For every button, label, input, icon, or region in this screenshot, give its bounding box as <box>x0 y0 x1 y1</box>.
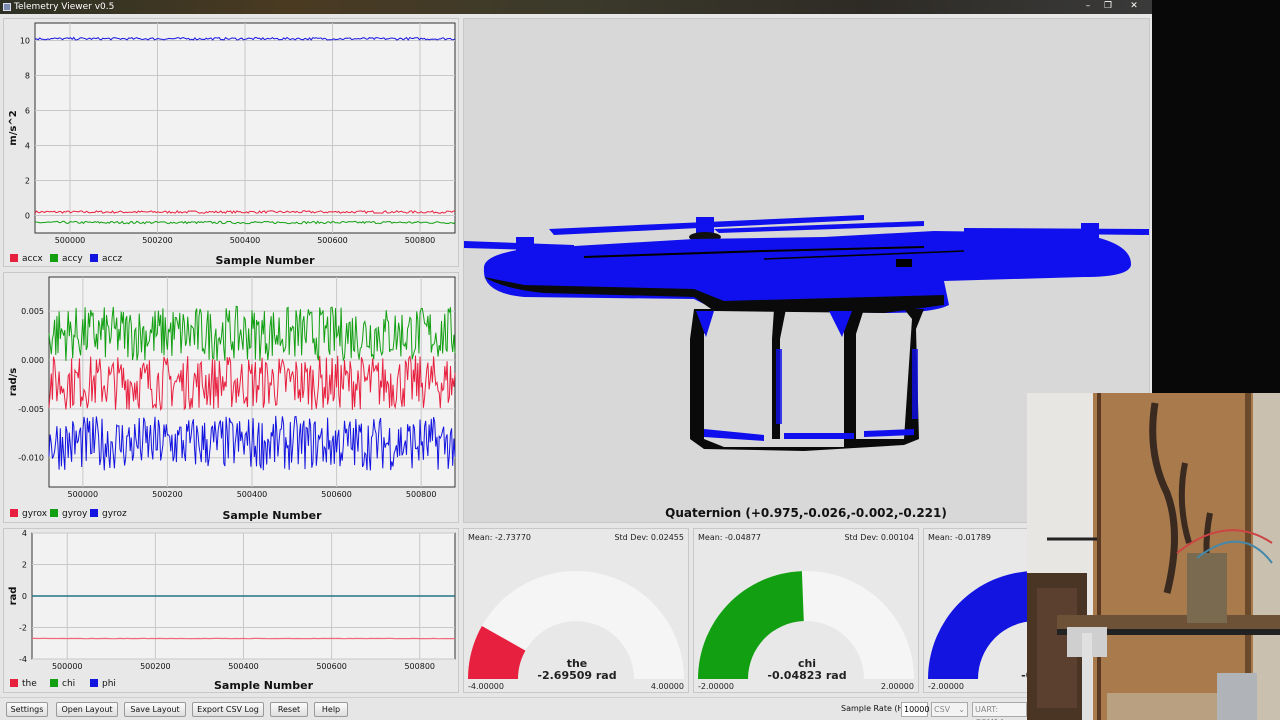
gauge-value: -0.04823 rad <box>767 669 847 682</box>
gauge-chi: Mean: -0.04877 Std Dev: 0.00104 chi -0.0482… <box>693 528 919 693</box>
close-button[interactable]: ✕ <box>1124 0 1144 14</box>
legend-swatch <box>50 679 58 687</box>
gauge-value: -2.69509 rad <box>537 669 617 682</box>
window-title: Telemetry Viewer v0.5 <box>14 2 115 12</box>
euler-chart-panel: 500000 500200 500400 500600 500800 4 2 0 -2 -4 Sam… <box>3 528 459 693</box>
gauge-min: -4.00000 <box>468 682 504 691</box>
x-tick-label: 500000 <box>52 662 83 671</box>
y-axis-label: rad <box>8 587 19 606</box>
x-tick-label: 500200 <box>152 490 183 499</box>
legend-swatch <box>10 679 18 687</box>
x-tick-label: 500400 <box>237 490 268 499</box>
app-icon <box>3 3 11 11</box>
gyro-chart-panel: 500000 500200 500400 500600 500800 0.005 0.000… <box>3 272 459 523</box>
gyro-chart: 500000 500200 500400 500600 500800 0.005 0.000… <box>8 276 456 522</box>
gauge-mean: Mean: -0.04877 <box>698 533 762 542</box>
legend-label: phi <box>102 679 116 689</box>
y-tick-label: 10 <box>20 37 30 46</box>
y-tick-label: 8 <box>25 72 30 81</box>
legend-label: chi <box>62 679 75 689</box>
x-axis-label: Sample Number <box>214 679 314 692</box>
gauge-the: Mean: -2.73770 Std Dev: 0.02455 the -2.6950… <box>463 528 689 693</box>
y-tick-label: 0.005 <box>21 307 44 316</box>
gauge-max: 4.00000 <box>650 682 684 691</box>
reset-button[interactable]: Reset <box>270 702 308 717</box>
y-tick-label: -0.005 <box>18 405 44 414</box>
y-axis-label: rad/s <box>8 368 19 396</box>
gauge-std-dev: Std Dev: 0.02455 <box>614 533 684 542</box>
legend-label: accy <box>62 254 83 264</box>
y-tick-label: -4 <box>19 655 27 664</box>
y-tick-label: 2 <box>25 177 30 186</box>
y-tick-label: 0 <box>22 592 27 601</box>
gauge-mean: Mean: -0.01789 <box>928 533 992 542</box>
x-tick-label: 500800 <box>405 236 436 245</box>
title-bar: Telemetry Viewer v0.5 – ❐ ✕ <box>0 0 1152 14</box>
acc-chart-panel: 500000 500200 500400 500600 500800 10 8 6 4 2 0 Sam… <box>3 18 459 267</box>
chevron-down-icon: ⌄ <box>958 705 965 714</box>
legend-swatch <box>50 254 58 262</box>
legend-label: gyrox <box>22 509 48 519</box>
y-axis-label: m/s^2 <box>8 110 19 145</box>
y-tick-label: 4 <box>25 142 30 151</box>
gauge-std-dev: Std Dev: 0.00104 <box>844 533 914 542</box>
settings-button[interactable]: Settings <box>6 702 48 717</box>
camera-overlay <box>1027 393 1280 720</box>
x-tick-label: 500200 <box>142 236 173 245</box>
y-tick-label: 0.000 <box>21 356 44 365</box>
x-tick-label: 500000 <box>68 490 99 499</box>
telemetry-window: Telemetry Viewer v0.5 – ❐ ✕ 500000 500200… <box>0 0 1152 720</box>
x-tick-label: 500800 <box>404 662 435 671</box>
legend-label: accx <box>22 254 43 264</box>
gauge-min: -2.00000 <box>698 682 734 691</box>
maximize-button[interactable]: ❐ <box>1098 0 1118 14</box>
app-root: Telemetry Viewer v0.5 – ❐ ✕ 500000 500200… <box>0 0 1280 720</box>
x-tick-label: 500400 <box>230 236 261 245</box>
x-tick-label: 500400 <box>228 662 259 671</box>
y-tick-label: -2 <box>19 624 27 633</box>
gauge-fill <box>928 571 1036 679</box>
x-tick-label: 500800 <box>406 490 437 499</box>
legend-label: gyroz <box>102 509 127 519</box>
port-select[interactable]: UART: COM14 <box>972 702 1027 720</box>
format-select[interactable]: CSV ⌄ <box>931 702 968 717</box>
legend-swatch <box>90 679 98 687</box>
x-tick-label: 500600 <box>316 662 347 671</box>
room-photo <box>1027 393 1280 720</box>
x-tick-label: 500200 <box>140 662 171 671</box>
y-tick-label: -0.010 <box>18 454 44 463</box>
legend-swatch <box>90 254 98 262</box>
gauge-min: -2.00000 <box>928 682 964 691</box>
legend-label: accz <box>102 254 122 264</box>
legend-swatch <box>10 254 18 262</box>
gauge-max: 2.00000 <box>880 682 914 691</box>
legend-label: the <box>22 679 37 689</box>
help-button[interactable]: Help <box>314 702 348 717</box>
euler-chart: 500000 500200 500400 500600 500800 4 2 0 -2 -4 Sam… <box>8 529 456 692</box>
export-csv-button[interactable]: Export CSV Log <box>192 702 264 717</box>
acc-chart: 500000 500200 500400 500600 500800 10 8 6 4 2 0 Sam… <box>8 22 456 267</box>
sample-rate-input[interactable]: 10000 <box>901 702 929 717</box>
legend-swatch <box>90 509 98 517</box>
format-value: CSV <box>934 705 951 714</box>
save-layout-button[interactable]: Save Layout <box>124 702 186 717</box>
minimize-button[interactable]: – <box>1078 0 1098 14</box>
y-tick-label: 0 <box>25 212 30 221</box>
x-axis-label: Sample Number <box>223 509 323 522</box>
y-tick-label: 6 <box>25 107 30 116</box>
x-tick-label: 500600 <box>317 236 348 245</box>
legend-swatch <box>10 509 18 517</box>
x-tick-label: 500000 <box>55 236 86 245</box>
y-tick-label: 2 <box>22 561 27 570</box>
open-layout-button[interactable]: Open Layout <box>56 702 118 717</box>
legend-label: gyroy <box>62 509 88 519</box>
legend-swatch <box>50 509 58 517</box>
bottom-toolbar: Settings Open Layout Save Layout Export … <box>0 697 1152 720</box>
x-axis-label: Sample Number <box>216 254 316 267</box>
y-tick-label: 4 <box>22 529 27 538</box>
gauge-mean: Mean: -2.73770 <box>468 533 532 542</box>
x-tick-label: 500600 <box>321 490 352 499</box>
